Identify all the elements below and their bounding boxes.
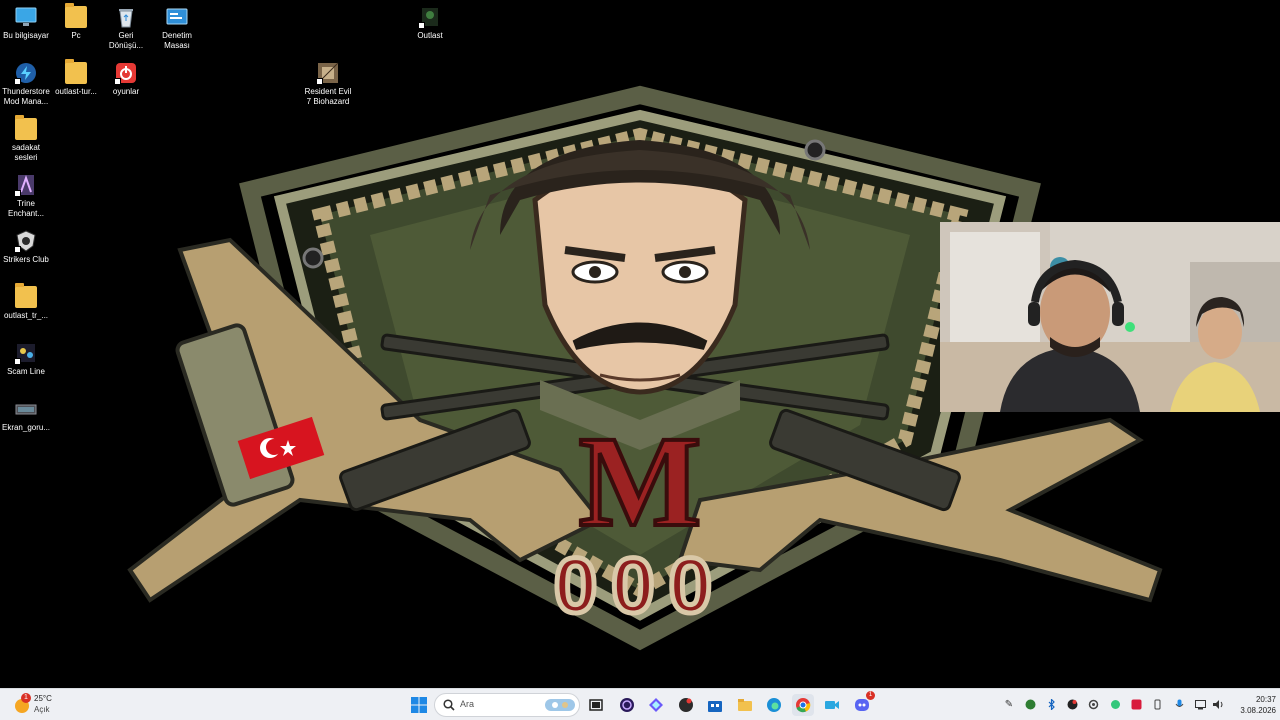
monitor-icon bbox=[15, 6, 37, 28]
clock-time: 20:37 bbox=[1255, 695, 1276, 704]
folder-icon bbox=[65, 59, 87, 84]
tray-status-icon[interactable] bbox=[1109, 698, 1121, 710]
weather-widget[interactable]: 1 25°C Açık bbox=[12, 693, 72, 717]
discord-badge: 1 bbox=[866, 691, 875, 700]
desktop-icon-bu-bilgisayar[interactable]: Bu bilgisayar bbox=[0, 6, 52, 41]
desktop-icon-label: Bu bilgisayar bbox=[3, 31, 49, 40]
desktop-icon-recycle-bin[interactable]: Geri Dönüşü... bbox=[100, 6, 152, 51]
folder-icon bbox=[738, 699, 752, 711]
power-app-icon bbox=[114, 62, 137, 85]
desktop-icon-label: Resident Evil 7 Biohazard bbox=[304, 87, 352, 106]
desktop-icon-outlast[interactable]: Outlast bbox=[404, 6, 456, 41]
desktop-icon-pc[interactable]: Pc bbox=[50, 3, 102, 41]
tray-volume-icon[interactable] bbox=[1211, 698, 1223, 710]
thunderstore-icon bbox=[14, 62, 37, 85]
desktop-icon-label: Strikers Club bbox=[3, 255, 49, 264]
desktop-icon-strikers-club[interactable]: Strikers Club bbox=[0, 230, 52, 265]
taskbar-edge[interactable] bbox=[763, 694, 785, 716]
tray-bluetooth-icon[interactable] bbox=[1045, 698, 1057, 710]
emblem-letter: M bbox=[579, 410, 702, 554]
webcam-overlay bbox=[940, 222, 1280, 412]
strikers-club-icon bbox=[14, 230, 37, 253]
start-button[interactable] bbox=[408, 694, 430, 716]
tray-pen-icon[interactable]: ✎ bbox=[1003, 698, 1015, 710]
task-view-icon bbox=[589, 699, 603, 711]
store-icon bbox=[708, 701, 722, 712]
tray-settings-icon[interactable] bbox=[1087, 698, 1099, 710]
taskbar: 1 25°C Açık Ara 1 ✎ 20:37 3.08.2026 bbox=[0, 688, 1280, 720]
tray-usb-icon[interactable] bbox=[1151, 698, 1163, 710]
emblem-number: 000 bbox=[554, 541, 726, 629]
tray-network-icon[interactable] bbox=[1194, 698, 1206, 710]
desktop-icon-label: Scam Line bbox=[7, 367, 45, 376]
taskbar-app-2[interactable] bbox=[645, 694, 667, 716]
taskbar-clock[interactable]: 20:37 3.08.2026 bbox=[1228, 694, 1276, 716]
control-panel-icon bbox=[166, 6, 188, 28]
tray-app-icon-1[interactable] bbox=[1024, 698, 1036, 710]
resident-evil-icon bbox=[316, 62, 339, 85]
search-highlight-icon bbox=[545, 699, 575, 711]
game-shortcut-icon bbox=[418, 6, 441, 29]
task-view-button[interactable] bbox=[585, 694, 607, 716]
desktop-icon-label: outlast_tr_... bbox=[3, 311, 49, 320]
windows-logo-icon bbox=[411, 697, 427, 713]
edge-icon bbox=[767, 698, 781, 712]
desktop-icon-outlast-tr[interactable]: outlast_tr_... bbox=[0, 283, 52, 321]
taskbar-app-3[interactable] bbox=[675, 694, 697, 716]
desktop-icon-label: oyunlar bbox=[112, 87, 140, 96]
desktop-icon-oyunlar[interactable]: oyunlar bbox=[100, 62, 152, 97]
desktop-icon-label: Trine Enchant... bbox=[7, 199, 45, 218]
chrome-icon bbox=[796, 698, 811, 713]
search-placeholder: Ara bbox=[460, 699, 475, 709]
dark-app-icon bbox=[679, 698, 693, 712]
desktop-icon-sadakat-sesleri[interactable]: sadakat sesleri bbox=[0, 115, 52, 163]
scam-line-icon bbox=[14, 342, 37, 365]
desktop-icon-label: outlast-tur... bbox=[55, 87, 97, 96]
desktop-icon-label: Ekran_goru... bbox=[1, 423, 51, 432]
taskbar-search[interactable]: Ara bbox=[434, 693, 580, 717]
weather-condition: Açık bbox=[34, 705, 50, 714]
tray-app-icon-3[interactable] bbox=[1130, 698, 1142, 710]
folder-icon bbox=[15, 283, 37, 308]
desktop-icon-outlast-tur[interactable]: outlast-tur... bbox=[50, 59, 102, 97]
desktop-icon-trine[interactable]: Trine Enchant... bbox=[0, 174, 52, 219]
desktop-icon-label: Pc bbox=[71, 31, 81, 40]
taskbar-discord[interactable]: 1 bbox=[851, 691, 875, 716]
weather-temp: 25°C bbox=[34, 694, 52, 703]
video-call-icon bbox=[825, 701, 839, 709]
desktop-icon-control-panel[interactable]: Denetim Masası bbox=[151, 6, 203, 51]
desktop-icon-label: Thunderstore Mod Mana... bbox=[2, 87, 50, 106]
desktop-icon-scam-line[interactable]: Scam Line bbox=[0, 342, 52, 377]
desktop-icon-label: sadakat sesleri bbox=[11, 143, 41, 162]
recycle-bin-icon bbox=[115, 6, 137, 28]
taskbar-chrome[interactable] bbox=[792, 694, 814, 716]
taskbar-meet[interactable] bbox=[821, 694, 843, 716]
desktop-icon-thunderstore[interactable]: Thunderstore Mod Mana... bbox=[0, 62, 52, 107]
search-icon bbox=[443, 699, 455, 711]
circle-app-icon bbox=[620, 698, 634, 712]
taskbar-file-explorer[interactable] bbox=[734, 694, 756, 716]
desktop-icon-resident-evil[interactable]: Resident Evil 7 Biohazard bbox=[302, 62, 354, 107]
tray-app-icon-2[interactable] bbox=[1066, 698, 1078, 710]
clock-date: 3.08.2026 bbox=[1240, 706, 1276, 715]
folder-icon bbox=[65, 3, 87, 28]
folder-icon bbox=[15, 115, 37, 140]
weather-badge: 1 bbox=[21, 693, 31, 703]
tray-microphone-icon[interactable] bbox=[1173, 698, 1185, 710]
desktop-icon-label: Geri Dönüşü... bbox=[108, 31, 144, 50]
taskbar-app-1[interactable] bbox=[616, 694, 638, 716]
screenshot-file-icon bbox=[15, 398, 37, 420]
trine-icon bbox=[14, 174, 37, 197]
diamond-app-icon bbox=[649, 698, 663, 712]
desktop-icon-label: Denetim Masası bbox=[162, 31, 192, 50]
desktop-icon-ekran-goruntusu[interactable]: Ekran_goru... bbox=[0, 398, 52, 433]
desktop-icon-label: Outlast bbox=[417, 31, 443, 40]
taskbar-store[interactable] bbox=[704, 694, 726, 716]
